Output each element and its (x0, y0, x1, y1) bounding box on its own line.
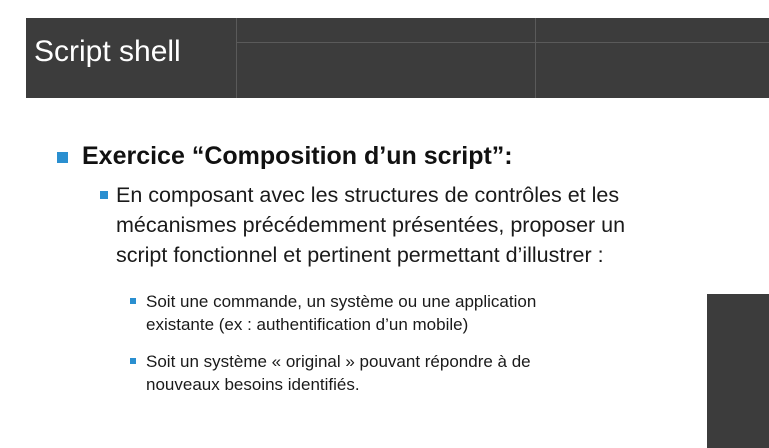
instruction-line: mécanismes précédemment présentées, prop… (116, 213, 626, 237)
instruction-line: script fonctionnel et pertinent permetta… (116, 243, 604, 267)
side-decoration-block (707, 294, 769, 448)
sub-item-line: Soit une commande, un système ou une app… (146, 292, 537, 311)
title-bar: Script shell (26, 18, 769, 98)
title-grid-line (535, 18, 536, 98)
bullet-marker (57, 152, 68, 163)
instruction-text: En composant avec les structures de cont… (116, 180, 736, 270)
sub-item-line: Soit un système « original » pouvant rép… (146, 352, 531, 371)
sub-item: Soit une commande, un système ou une app… (146, 290, 691, 336)
exercise-heading: Exercice “Composition d’un script”: (82, 142, 513, 170)
slide-title: Script shell (34, 35, 181, 68)
instruction-line: En composant avec les structures de cont… (116, 183, 620, 207)
bullet-marker (130, 298, 136, 304)
title-grid-line (236, 42, 769, 43)
sub-item-line: nouveaux besoins identifiés. (146, 375, 360, 394)
sub-item: Soit un système « original » pouvant rép… (146, 350, 691, 396)
bullet-marker (130, 358, 136, 364)
sub-item-line: existante (ex : authentification d’un mo… (146, 315, 469, 334)
bullet-marker (100, 191, 108, 199)
title-grid-line (236, 18, 237, 98)
